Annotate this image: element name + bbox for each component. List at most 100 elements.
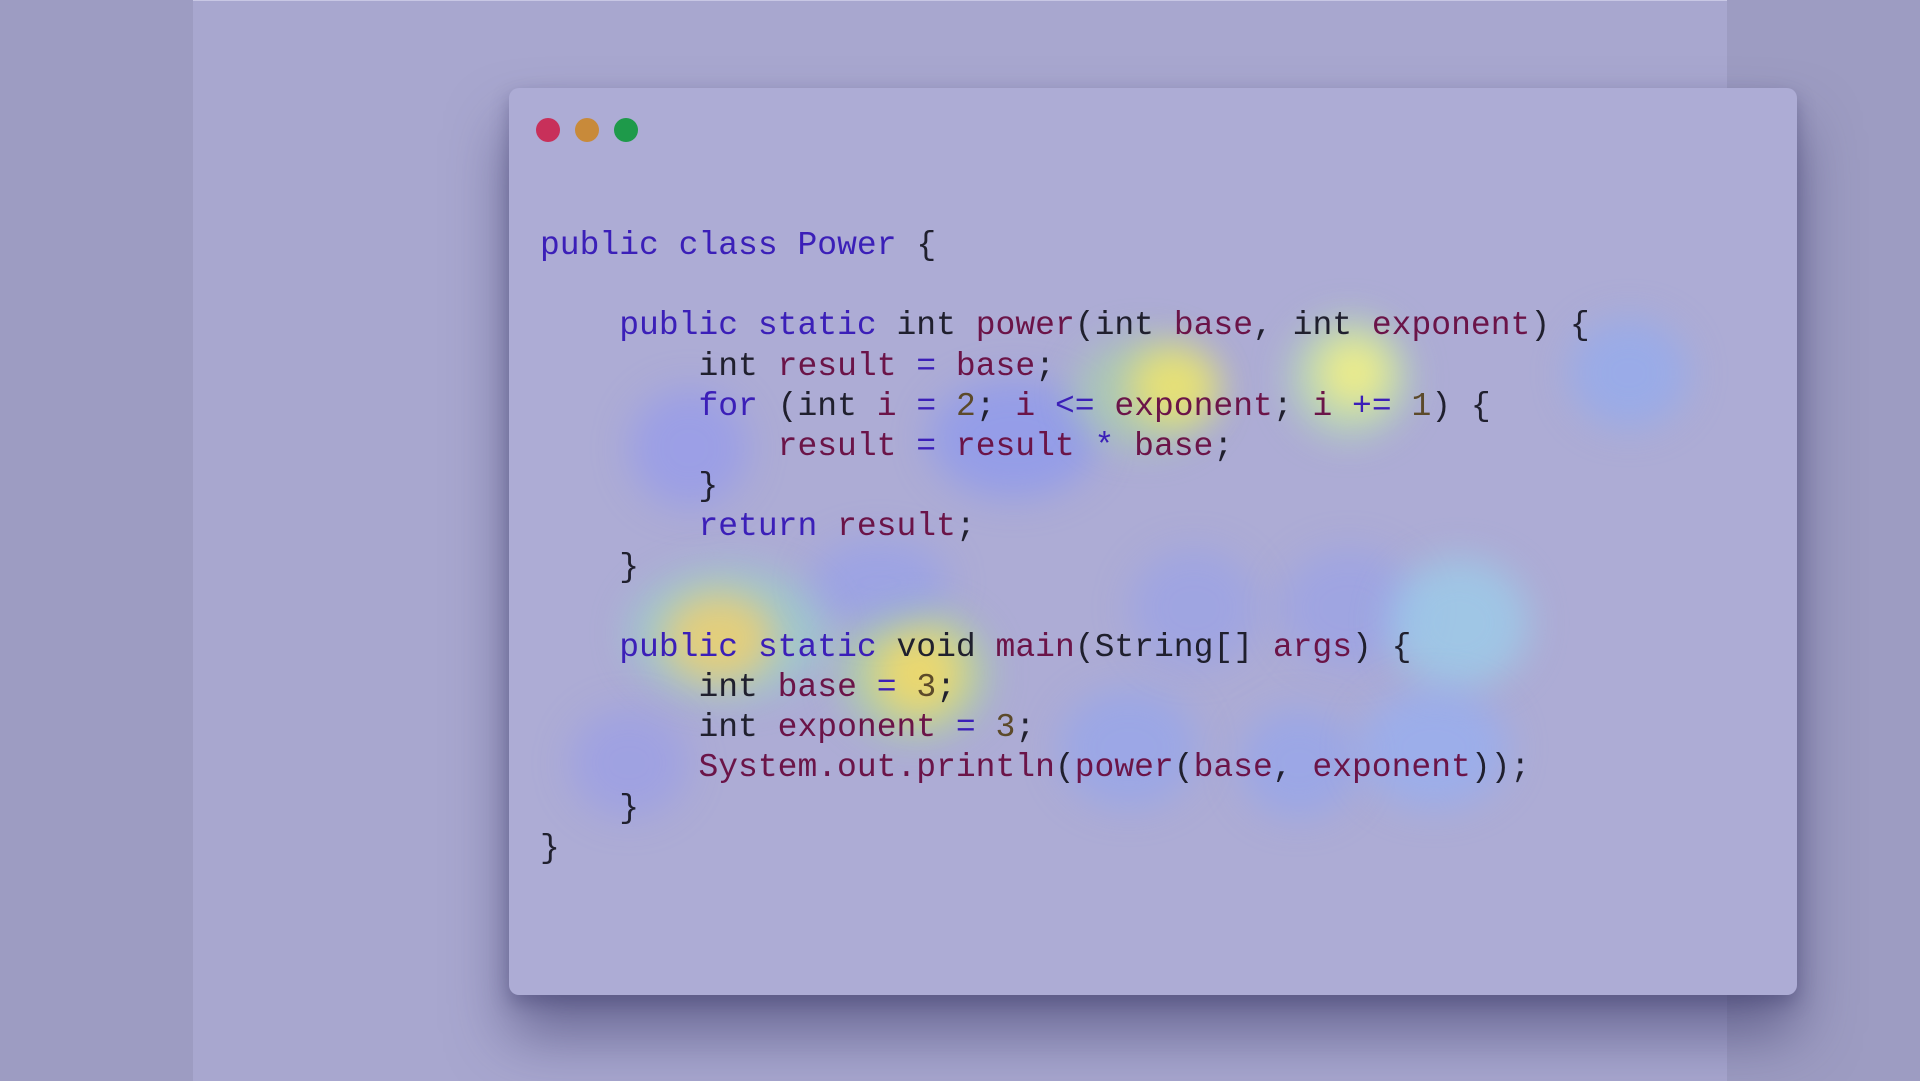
code-token: i [876, 387, 897, 425]
code-token: = [896, 427, 956, 465]
code-token: 1 [1411, 387, 1432, 425]
code-line: } [540, 467, 1590, 507]
code-token: result [955, 427, 1075, 465]
code-token: i [1015, 387, 1036, 425]
code-line: public static int power(int base, int ex… [540, 306, 1590, 346]
code-token: void [896, 628, 976, 666]
code-token: result [777, 427, 897, 465]
code-token: = [856, 669, 917, 707]
code-token: int [698, 709, 758, 747]
code-token: base [1193, 749, 1273, 787]
code-token: class [678, 227, 778, 264]
code-token: static [757, 307, 877, 345]
code-token: ; [975, 387, 1016, 425]
code-line: System.out.println(power(base, exponent)… [540, 748, 1590, 788]
code-line: } [540, 789, 1590, 829]
code-token: base [1134, 427, 1214, 465]
code-token: } [540, 829, 560, 867]
window-controls [536, 118, 638, 142]
code-token: { [896, 227, 937, 264]
code-token: , [1272, 749, 1313, 787]
code-token: base [777, 669, 857, 707]
code-token: } [540, 548, 640, 586]
code-token: = [936, 709, 996, 747]
code-token: ; [955, 508, 976, 546]
code-line: for (int i = 2; i <= exponent; i += 1) { [540, 387, 1590, 427]
code-token: base [955, 347, 1036, 385]
code-token: ; [1035, 347, 1055, 385]
code-line: public static void main(String[] args) { [540, 628, 1590, 668]
code-token: ( [757, 387, 798, 425]
code-line: int result = base; [540, 347, 1590, 387]
code-editor[interactable]: public class Power { public static int p… [540, 226, 1590, 869]
code-token: )); [1470, 749, 1531, 787]
code-token: = [896, 347, 956, 385]
code-line: } [540, 548, 1590, 588]
code-token: result [837, 508, 956, 546]
code-token: ; [1015, 709, 1036, 747]
code-token: args [1272, 628, 1353, 666]
code-token: power [1074, 749, 1174, 787]
code-token: exponent [1312, 749, 1471, 787]
code-token: [] [1213, 628, 1273, 666]
code-token: power [975, 307, 1075, 345]
close-dot-icon[interactable] [536, 118, 560, 142]
code-token: ( [1074, 628, 1095, 666]
code-token: <= [1035, 387, 1115, 425]
code-token: ; [1272, 387, 1313, 425]
code-token: public [619, 307, 739, 345]
code-token: } [540, 789, 640, 827]
code-token: exponent [1371, 307, 1531, 345]
code-line: public class Power { [540, 226, 1590, 266]
code-token: ( [1054, 749, 1075, 787]
code-token: 2 [955, 387, 976, 425]
code-line: result = result * base; [540, 427, 1590, 467]
presentation-stage: public class Power { public static int p… [193, 0, 1797, 1081]
code-token: 3 [916, 669, 937, 707]
code-token: 3 [995, 709, 1016, 747]
code-token: exponent [1114, 387, 1273, 425]
code-token: ) { [1431, 387, 1491, 425]
code-window: public class Power { public static int p… [509, 88, 1797, 995]
code-token: main [995, 628, 1075, 666]
minimize-dot-icon[interactable] [575, 118, 599, 142]
code-token: += [1332, 387, 1412, 425]
code-token: int [797, 387, 857, 425]
code-token: ) { [1530, 307, 1590, 345]
code-token: public [540, 227, 659, 264]
code-token: public [619, 628, 739, 666]
code-token: ; [936, 669, 956, 707]
code-token: for [698, 387, 758, 425]
code-token: exponent [777, 709, 937, 747]
code-token: int [698, 669, 758, 707]
code-line: int exponent = 3; [540, 708, 1590, 748]
code-line: return result; [540, 507, 1590, 547]
zoom-dot-icon[interactable] [614, 118, 638, 142]
code-token: * [1074, 427, 1135, 465]
code-token: Power [797, 227, 897, 264]
